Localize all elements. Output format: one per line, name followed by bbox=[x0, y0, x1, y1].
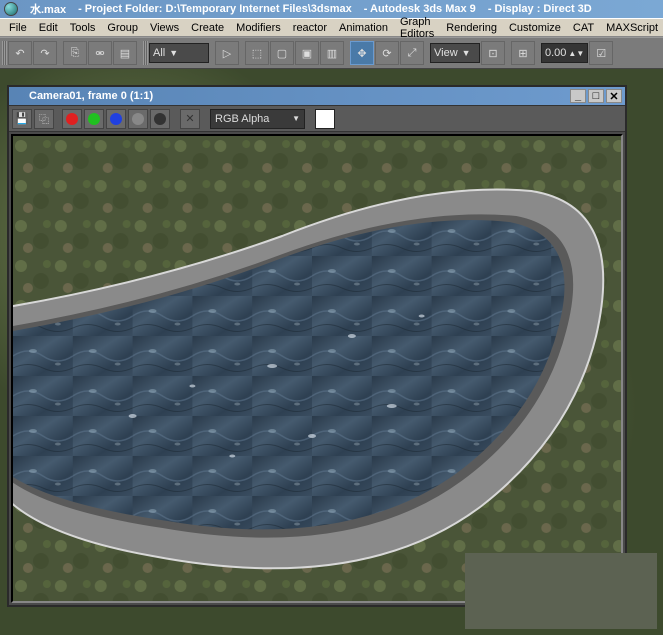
menu-rendering[interactable]: Rendering bbox=[440, 20, 503, 36]
menu-create[interactable]: Create bbox=[185, 20, 230, 36]
red-dot-icon bbox=[66, 113, 78, 125]
use-pivot-point-button[interactable]: ⊡ bbox=[481, 41, 505, 65]
window-crossing-button[interactable]: ▣ bbox=[295, 41, 319, 65]
minimize-button[interactable]: _ bbox=[570, 89, 586, 103]
clear-button[interactable]: ✕ bbox=[180, 109, 200, 129]
coord-value: 0.00 bbox=[545, 47, 566, 59]
chevron-down-icon: ▼ bbox=[169, 48, 178, 58]
coord-display[interactable]: 0.00▲▼ bbox=[541, 43, 588, 63]
channel-display-dropdown[interactable]: RGB Alpha ▼ bbox=[210, 109, 305, 129]
title-project: - Project Folder: D:\Temporary Internet … bbox=[78, 3, 352, 15]
app-icon bbox=[4, 2, 18, 16]
pivot-icon: ⊡ bbox=[488, 47, 497, 60]
maximize-icon: □ bbox=[593, 90, 600, 102]
menu-tools[interactable]: Tools bbox=[64, 20, 102, 36]
clone-button[interactable]: ⿻ bbox=[34, 109, 54, 129]
select-object-button[interactable]: ▷ bbox=[215, 41, 239, 65]
red-channel-button[interactable] bbox=[62, 109, 82, 129]
select-by-name-button[interactable]: ⬚ bbox=[245, 41, 269, 65]
rotate-icon: ⟳ bbox=[382, 47, 391, 60]
close-icon: ✕ bbox=[609, 90, 618, 103]
window-icon: ▢ bbox=[277, 47, 287, 60]
toolbar-grip[interactable] bbox=[2, 41, 7, 65]
menu-cat[interactable]: CAT bbox=[567, 20, 600, 36]
move-icon: ✥ bbox=[357, 47, 366, 60]
snap-icon: ⊞ bbox=[518, 47, 527, 60]
pointer-icon: ▷ bbox=[223, 47, 231, 60]
rectangular-select-button[interactable]: ▢ bbox=[270, 41, 294, 65]
unlink-button[interactable]: ⚮ bbox=[88, 41, 112, 65]
undo-icon: ↶ bbox=[15, 47, 24, 60]
undo-button[interactable]: ↶ bbox=[8, 41, 32, 65]
main-toolbar: ↶ ↷ ⎘ ⚮ ▤ All ▼ ▷ ⬚ ▢ ▣ ▥ ✥ ⟳ ⤢ View ▼ ⊡… bbox=[0, 37, 663, 69]
close-button[interactable]: ✕ bbox=[606, 89, 622, 103]
fence-icon: ▥ bbox=[327, 47, 337, 60]
link-button[interactable]: ⎘ bbox=[63, 41, 87, 65]
menu-maxscript[interactable]: MAXScript bbox=[600, 20, 663, 36]
check-icon: ☑ bbox=[596, 47, 606, 60]
menu-file[interactable]: File bbox=[3, 20, 33, 36]
blue-dot-icon bbox=[110, 113, 122, 125]
menu-modifiers[interactable]: Modifiers bbox=[230, 20, 287, 36]
spinner-icon: ▲▼ bbox=[568, 49, 584, 58]
toolbar-grip-2[interactable] bbox=[143, 41, 148, 65]
menu-animation[interactable]: Animation bbox=[333, 20, 394, 36]
menu-grapheditors[interactable]: Graph Editors bbox=[394, 14, 440, 42]
alpha-channel-button[interactable] bbox=[128, 109, 148, 129]
title-display: - Display : Direct 3D bbox=[488, 3, 592, 15]
redo-icon: ↷ bbox=[40, 47, 49, 60]
green-channel-button[interactable] bbox=[84, 109, 104, 129]
app-title-bar: 水.max - Project Folder: D:\Temporary Int… bbox=[0, 0, 663, 18]
chevron-down-icon: ▼ bbox=[462, 48, 471, 58]
bind-space-warp-button[interactable]: ▤ bbox=[113, 41, 137, 65]
link-icon: ⎘ bbox=[71, 47, 80, 60]
redo-button[interactable]: ↷ bbox=[33, 41, 57, 65]
blue-channel-button[interactable] bbox=[106, 109, 126, 129]
menu-edit[interactable]: Edit bbox=[33, 20, 64, 36]
save-image-button[interactable]: 💾 bbox=[12, 109, 32, 129]
frame-window-title: Camera01, frame 0 (1:1) bbox=[29, 90, 153, 102]
chevron-down-icon: ▼ bbox=[292, 114, 300, 123]
selection-filter-dropdown[interactable]: All ▼ bbox=[149, 43, 209, 63]
fence-select-button[interactable]: ▥ bbox=[320, 41, 344, 65]
mono-dot-icon bbox=[154, 113, 166, 125]
channel-display-value: RGB Alpha bbox=[215, 113, 269, 125]
menu-group[interactable]: Group bbox=[101, 20, 144, 36]
selection-lock-button[interactable]: ☑ bbox=[589, 41, 613, 65]
snap-toggle-button[interactable]: ⊞ bbox=[511, 41, 535, 65]
menu-views[interactable]: Views bbox=[144, 20, 185, 36]
scale-icon: ⤢ bbox=[408, 47, 417, 60]
rotate-button[interactable]: ⟳ bbox=[375, 41, 399, 65]
frame-window-toolbar: 💾 ⿻ ✕ RGB Alpha ▼ bbox=[9, 106, 625, 132]
save-icon: 💾 bbox=[15, 112, 29, 125]
rendered-frame-window: Camera01, frame 0 (1:1) _ □ ✕ 💾 ⿻ ✕ RGB … bbox=[7, 85, 627, 607]
menu-customize[interactable]: Customize bbox=[503, 20, 567, 36]
menu-reactor[interactable]: reactor bbox=[287, 20, 333, 36]
selection-filter-value: All bbox=[153, 47, 165, 59]
unlink-icon: ⚮ bbox=[95, 47, 104, 60]
minimize-icon: _ bbox=[575, 90, 581, 102]
maximize-button[interactable]: □ bbox=[588, 89, 604, 103]
x-icon: ✕ bbox=[185, 112, 194, 125]
scale-button[interactable]: ⤢ bbox=[400, 41, 424, 65]
clone-icon: ⿻ bbox=[39, 111, 49, 126]
title-filename: 水.max bbox=[30, 1, 66, 17]
reference-coord-value: View bbox=[434, 47, 458, 59]
crossing-icon: ▣ bbox=[302, 47, 312, 60]
color-swatch[interactable] bbox=[315, 109, 335, 129]
green-dot-icon bbox=[88, 113, 100, 125]
menu-bar: File Edit Tools Group Views Create Modif… bbox=[0, 18, 663, 37]
rendered-image bbox=[13, 136, 621, 601]
bind-icon: ▤ bbox=[120, 47, 130, 60]
frame-window-icon bbox=[12, 90, 25, 103]
move-button[interactable]: ✥ bbox=[350, 41, 374, 65]
watermark-overlay bbox=[465, 553, 657, 629]
area-icon: ⬚ bbox=[252, 47, 262, 60]
mono-channel-button[interactable] bbox=[150, 109, 170, 129]
grey-dot-icon bbox=[132, 113, 144, 125]
reference-coord-dropdown[interactable]: View ▼ bbox=[430, 43, 480, 63]
rendered-image-viewport[interactable] bbox=[11, 134, 623, 603]
frame-window-titlebar[interactable]: Camera01, frame 0 (1:1) _ □ ✕ bbox=[9, 87, 625, 106]
